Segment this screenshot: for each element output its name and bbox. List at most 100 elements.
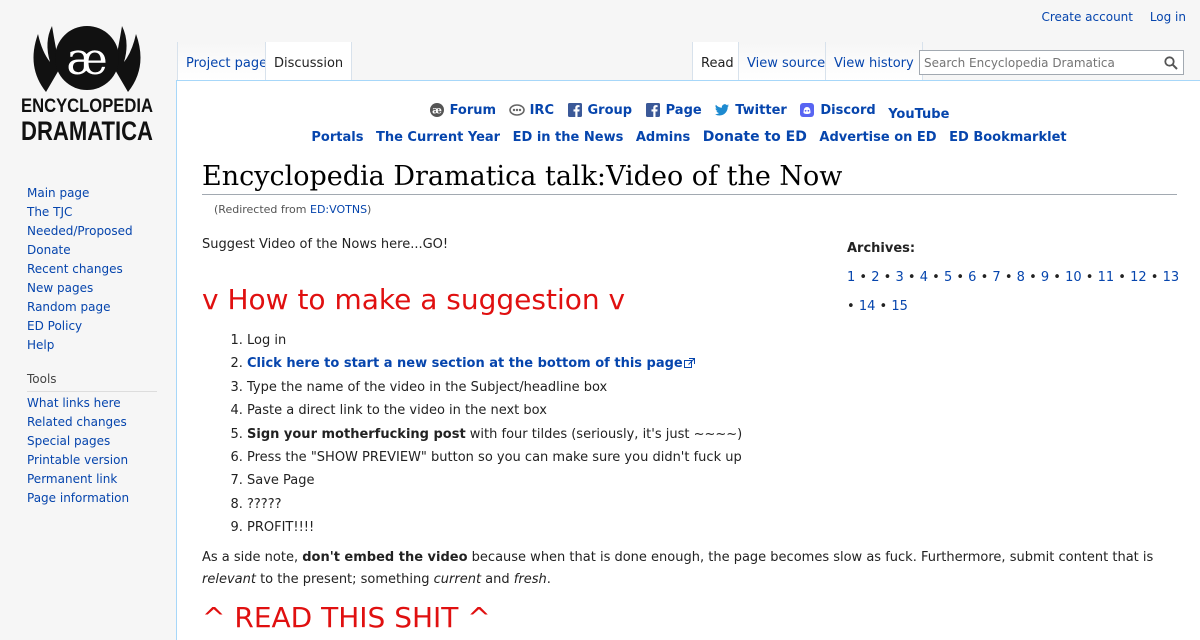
search-icon[interactable] <box>1164 56 1178 70</box>
social-group-label: Group <box>587 102 633 118</box>
archive-link[interactable]: 15 <box>891 299 908 314</box>
social-irc-label: IRC <box>529 102 554 118</box>
archive-link[interactable]: 2 <box>871 270 879 285</box>
archive-link[interactable]: 8 <box>1017 270 1025 285</box>
archive-separator: • <box>847 299 855 314</box>
tab-discussion[interactable]: Discussion <box>265 42 353 80</box>
intro-text: Suggest Video of the Nows here...GO! <box>202 237 449 252</box>
logo-text-top: ENCYCLOPEDIA <box>21 96 153 117</box>
new-section-link-text: Click here to start a new section at the… <box>247 356 683 372</box>
logo-symbol: æ <box>66 34 107 85</box>
archive-link[interactable]: 1 <box>847 270 855 285</box>
social-forum[interactable]: æ Forum <box>429 102 496 118</box>
archive-link[interactable]: 11 <box>1098 270 1115 285</box>
step-text: Save Page <box>247 473 315 489</box>
list-item: Type the name of the video in the Subjec… <box>247 376 742 399</box>
sidebar-item-help[interactable]: Help <box>27 338 176 357</box>
tools-item-permanent-link[interactable]: Permanent link <box>27 472 176 491</box>
archive-separator: • <box>879 299 888 314</box>
heading-how-to-suggest: v How to make a suggestion v <box>202 283 626 316</box>
social-discord[interactable]: Discord <box>799 102 876 118</box>
social-youtube[interactable]: YouTube <box>888 107 949 122</box>
step-text: Press the "SHOW PREVIEW" button so you c… <box>247 449 742 465</box>
tab-view-history[interactable]: View history <box>825 42 923 80</box>
personal-tools: Create account Log in <box>1028 10 1186 24</box>
new-section-link[interactable]: Click here to start a new section at the… <box>247 356 695 371</box>
login-link[interactable]: Log in <box>1150 10 1186 24</box>
social-twitter[interactable]: Twitter <box>714 102 787 118</box>
social-links-bar: æ Forum IRC Group Page Twitter Discord Y… <box>177 102 1200 122</box>
archive-link[interactable]: 12 <box>1130 270 1147 285</box>
social-discord-label: Discord <box>820 102 876 118</box>
archive-separator: • <box>932 270 940 285</box>
heading-read-this: ^ READ THIS SHIT ^ <box>202 601 491 634</box>
svg-text:æ: æ <box>432 106 442 117</box>
sidebar-item-random-page[interactable]: Random page <box>27 300 176 319</box>
tools-item-what-links-here[interactable]: What links here <box>27 396 176 415</box>
twitter-icon <box>715 104 730 116</box>
portal-ed-bookmarklet[interactable]: ED Bookmarklet <box>949 130 1066 145</box>
archive-links: 1 • 2 • 3 • 4 • 5 • 6 • 7 • 8 • 9 • 10 •… <box>847 263 1182 321</box>
tools-item-special-pages[interactable]: Special pages <box>27 434 176 453</box>
redirect-prefix: (Redirected from <box>214 203 310 216</box>
archive-link[interactable]: 13 <box>1163 270 1180 285</box>
sidebar-item-recent-changes[interactable]: Recent changes <box>27 262 176 281</box>
portal-ed-in-the-news[interactable]: ED in the News <box>513 130 624 145</box>
sidebar-item-needed-proposed[interactable]: Needed/Proposed <box>27 224 176 243</box>
archive-separator: • <box>1053 270 1061 285</box>
tab-project-page[interactable]: Project page <box>177 42 276 80</box>
tools-item-related-changes[interactable]: Related changes <box>27 415 176 434</box>
sidenote-text: As a side note, <box>202 550 303 565</box>
archive-separator: • <box>1029 270 1037 285</box>
portal-advertise-on-ed[interactable]: Advertise on ED <box>819 130 936 145</box>
social-twitter-label: Twitter <box>735 102 787 118</box>
sidenote-italic: current <box>433 572 482 587</box>
portal-admins[interactable]: Admins <box>636 130 690 145</box>
search-input[interactable] <box>920 51 1156 74</box>
create-account-link[interactable]: Create account <box>1041 10 1133 24</box>
archive-link[interactable]: 7 <box>992 270 1000 285</box>
archive-link[interactable]: 9 <box>1041 270 1049 285</box>
sidebar-item-ed-policy[interactable]: ED Policy <box>27 319 176 338</box>
tools-item-printable-version[interactable]: Printable version <box>27 453 176 472</box>
archive-link[interactable]: 10 <box>1065 270 1082 285</box>
social-page[interactable]: Page <box>645 102 702 118</box>
sidebar-item-the-tjc[interactable]: The TJC <box>27 205 176 224</box>
portal-the-current-year[interactable]: The Current Year <box>376 130 500 145</box>
list-item: Log in <box>247 329 742 352</box>
social-group[interactable]: Group <box>567 102 633 118</box>
portal-portals[interactable]: Portals <box>311 130 363 145</box>
archives-heading: Archives: <box>847 241 916 256</box>
archive-separator: • <box>956 270 965 285</box>
irc-icon <box>508 104 525 116</box>
redirect-suffix: ) <box>367 203 372 216</box>
sidenote-bold: don't embed the video <box>302 550 468 565</box>
sidebar-item-new-pages[interactable]: New pages <box>27 281 176 300</box>
logo-icon: æ ENCYCLOPEDIA DRAMATICA <box>21 26 153 146</box>
tab-view-source[interactable]: View source <box>738 42 834 80</box>
step-bold-text: Sign your motherfucking post <box>247 426 466 442</box>
archive-separator: • <box>1004 270 1013 285</box>
step-text: Type the name of the video in the Subjec… <box>247 379 608 395</box>
list-item: ????? <box>247 493 742 516</box>
tab-read[interactable]: Read <box>692 42 742 80</box>
sidebar-item-donate[interactable]: Donate <box>27 243 176 262</box>
archive-link[interactable]: 6 <box>968 270 976 285</box>
content-area: æ Forum IRC Group Page Twitter Discord Y… <box>176 80 1200 640</box>
archive-link[interactable]: 4 <box>920 270 928 285</box>
social-irc[interactable]: IRC <box>508 102 554 118</box>
redirect-source-link[interactable]: ED:VOTNS <box>310 203 367 216</box>
portal-donate-to-ed[interactable]: Donate to ED <box>703 129 807 145</box>
archive-link[interactable]: 3 <box>895 270 903 285</box>
sidebar-item-main-page[interactable]: Main page <box>27 186 176 205</box>
step-text: PROFIT!!!! <box>247 520 315 536</box>
archive-link[interactable]: 14 <box>859 299 876 314</box>
tools-item-page-information[interactable]: Page information <box>27 491 176 510</box>
archive-separator: • <box>1085 270 1094 285</box>
sidebar: Main page The TJC Needed/Proposed Donate… <box>0 186 176 510</box>
list-item: Paste a direct link to the video in the … <box>247 399 742 422</box>
side-note-paragraph: As a side note, don't embed the video be… <box>202 547 1182 591</box>
site-logo[interactable]: æ ENCYCLOPEDIA DRAMATICA <box>16 12 158 152</box>
archive-link[interactable]: 5 <box>944 270 952 285</box>
social-youtube-label: YouTube <box>888 107 950 122</box>
